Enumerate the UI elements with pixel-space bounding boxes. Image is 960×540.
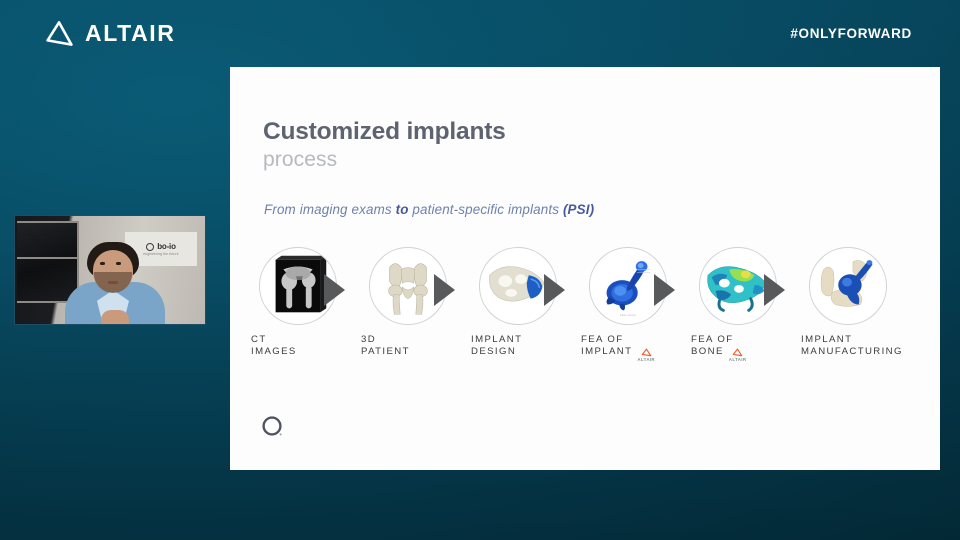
step-caption-line1: FEA OF bbox=[581, 334, 624, 345]
flow-arrow-1 bbox=[324, 274, 345, 306]
step-caption-line1: IMPLANT bbox=[471, 334, 523, 345]
flow-arrow-3 bbox=[544, 274, 565, 306]
step-caption-line2: MANUFACTURING bbox=[801, 346, 903, 358]
step-caption-line1: 3D bbox=[361, 334, 377, 345]
step-caption-line1: CT bbox=[251, 334, 267, 345]
process-step-ct-images[interactable]: CT IMAGES bbox=[248, 247, 348, 359]
step-caption-implant-manufacturing: IMPLANT MANUFACTURING bbox=[798, 334, 901, 359]
campaign-hashtag: #ONLYFORWARD bbox=[790, 26, 912, 41]
slide-tagline: From imaging exams to patient-specific i… bbox=[264, 202, 594, 217]
flow-arrow-4 bbox=[654, 274, 675, 306]
tagline-part-2: patient-specific implants bbox=[408, 202, 563, 217]
step-caption-line1: IMPLANT bbox=[801, 334, 853, 345]
step-caption-line2: DESIGN bbox=[471, 346, 517, 358]
step-caption-line1: FEA OF bbox=[691, 334, 734, 345]
altair-brand: ALTAIR bbox=[44, 20, 176, 48]
altair-wordmark: ALTAIR bbox=[85, 20, 176, 46]
altair-badge-icon: ALTAIR bbox=[637, 348, 655, 363]
step-caption-line2: IMAGES bbox=[251, 346, 297, 358]
slide-title-block: Customized implants process bbox=[263, 118, 506, 172]
step-caption-3d-patient: 3D PATIENT bbox=[358, 334, 458, 359]
step-caption-ct-images: CT IMAGES bbox=[248, 334, 348, 359]
process-step-implant-manufacturing[interactable]: IMPLANT MANUFACTURING bbox=[798, 247, 901, 359]
presenter-webcam-feed[interactable]: bo-io engineering the future bbox=[14, 215, 206, 325]
flow-arrow-5 bbox=[764, 274, 785, 306]
altair-badge-icon: ALTAIR bbox=[729, 348, 747, 363]
tagline-bold-psi: (PSI) bbox=[562, 202, 595, 217]
step-caption-line2: BONE bbox=[691, 346, 724, 358]
tagline-bold-to: to bbox=[395, 202, 409, 217]
process-step-fea-bone[interactable]: FEA OF BONE ALTAIR bbox=[688, 247, 788, 363]
presenter-figure bbox=[65, 242, 165, 324]
process-step-fea-implant[interactable]: FEA contour FEA OF IMPLANT ALTAIR bbox=[578, 247, 678, 363]
slide-subtitle-word: process bbox=[263, 147, 338, 171]
process-step-implant-design[interactable]: IMPLANT DESIGN bbox=[468, 247, 568, 359]
slide-footer-logo-icon bbox=[262, 415, 284, 444]
altair-delta-logo-icon bbox=[44, 20, 74, 48]
top-bar: ALTAIR #ONLYFORWARD bbox=[0, 0, 960, 67]
step-caption-implant-design: IMPLANT DESIGN bbox=[468, 334, 568, 359]
step-caption-fea-bone: FEA OF BONE ALTAIR bbox=[688, 334, 788, 363]
step-caption-line2: PATIENT bbox=[361, 346, 410, 358]
presentation-slide: Customized implants process From imaging… bbox=[230, 67, 940, 470]
step-caption-fea-implant: FEA OF IMPLANT ALTAIR bbox=[578, 334, 678, 363]
process-step-3d-patient[interactable]: 3D PATIENT bbox=[358, 247, 458, 359]
process-flow: CT IMAGES 3D PATIENT IMPLANT DESIGN FEA … bbox=[248, 247, 938, 377]
flow-arrow-2 bbox=[434, 274, 455, 306]
step-image-implant-manufacturing bbox=[809, 247, 887, 325]
tagline-part-1: From imaging exams bbox=[264, 202, 396, 217]
slide-title: Customized implants bbox=[263, 118, 506, 145]
step-caption-line2: IMPLANT bbox=[581, 346, 633, 358]
svg-text:FEA contour: FEA contour bbox=[620, 313, 636, 317]
